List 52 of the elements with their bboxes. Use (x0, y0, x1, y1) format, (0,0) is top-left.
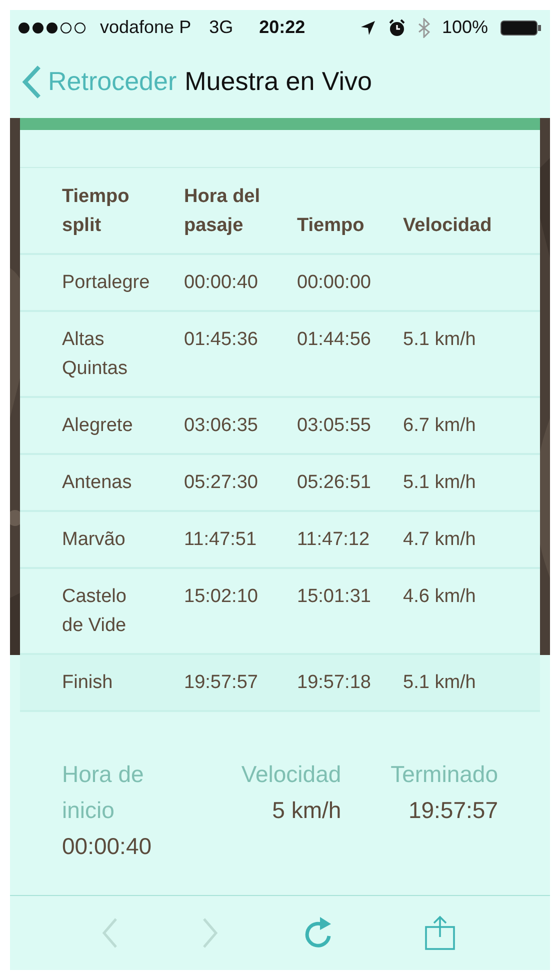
summary-value: 5 km/h (272, 796, 342, 825)
table-cell: Antenas (62, 472, 132, 493)
bluetooth-icon (418, 18, 430, 38)
column-header: Tiempo (297, 168, 403, 254)
table-cell: Marvão (62, 529, 126, 550)
table-cell: 00:00:00 (297, 272, 371, 293)
table-cell: 5.1 km/h (403, 329, 476, 350)
table-cell: 01:44:56 (297, 329, 371, 350)
summary-label: Terminado (390, 760, 498, 789)
share-icon (422, 915, 458, 951)
table-cell: Finish (62, 672, 113, 693)
column-header: Tiempo split (20, 168, 184, 254)
summary-label: Velocidad (241, 760, 342, 789)
status-time: 20:22 (259, 16, 306, 39)
table-cell: 01:45:36 (184, 329, 258, 350)
table-cell: 05:26:51 (297, 472, 371, 493)
table-cell: 03:06:35 (184, 415, 258, 436)
table-cell: Portalegre (62, 272, 150, 293)
table-cell: Altas Quintas (62, 329, 128, 379)
table-cell: Castelo de Vide (62, 586, 126, 636)
column-header: Velocidad (403, 168, 540, 254)
table-cell: 4.6 km/h (403, 586, 476, 607)
summary-value: 00:00:40 (62, 832, 153, 861)
summary-label: Hora de inicio (62, 760, 145, 825)
table-cell: 5.1 km/h (403, 672, 476, 693)
battery-icon (500, 20, 542, 36)
table-cell: 6.7 km/h (403, 415, 476, 436)
table-cell: 19:57:57 (184, 672, 258, 693)
table-cell: 05:27:30 (184, 472, 258, 493)
chevron-left-icon (102, 918, 118, 948)
table-cell: 11:47:51 (184, 529, 257, 550)
share-button[interactable] (422, 915, 458, 951)
table-cell: 11:47:12 (297, 529, 370, 550)
table-cell: 5.1 km/h (403, 472, 476, 493)
back-button[interactable]: Retroceder (22, 62, 177, 101)
table-cell: 15:02:10 (184, 586, 258, 607)
alarm-clock-icon (388, 18, 406, 36)
chevron-right-icon (202, 918, 218, 948)
carrier-name: vodafone P (100, 16, 192, 39)
table-cell: 00:00:40 (184, 272, 258, 293)
location-arrow-icon (360, 20, 376, 36)
network-type: 3G (209, 16, 234, 39)
column-header: Hora del pasaje (184, 168, 297, 254)
table-cell: 19:57:18 (297, 672, 371, 693)
table-cell: 03:05:55 (297, 415, 371, 436)
page-title: Muestra en Vivo (184, 65, 372, 98)
table-cell: 15:01:31 (297, 586, 371, 607)
summary-value: 19:57:57 (408, 796, 498, 825)
table-cell: Alegrete (62, 415, 133, 436)
battery-percent: 100% (442, 16, 488, 39)
chevron-left-icon (22, 64, 42, 98)
table-cell: 4.7 km/h (403, 529, 476, 550)
